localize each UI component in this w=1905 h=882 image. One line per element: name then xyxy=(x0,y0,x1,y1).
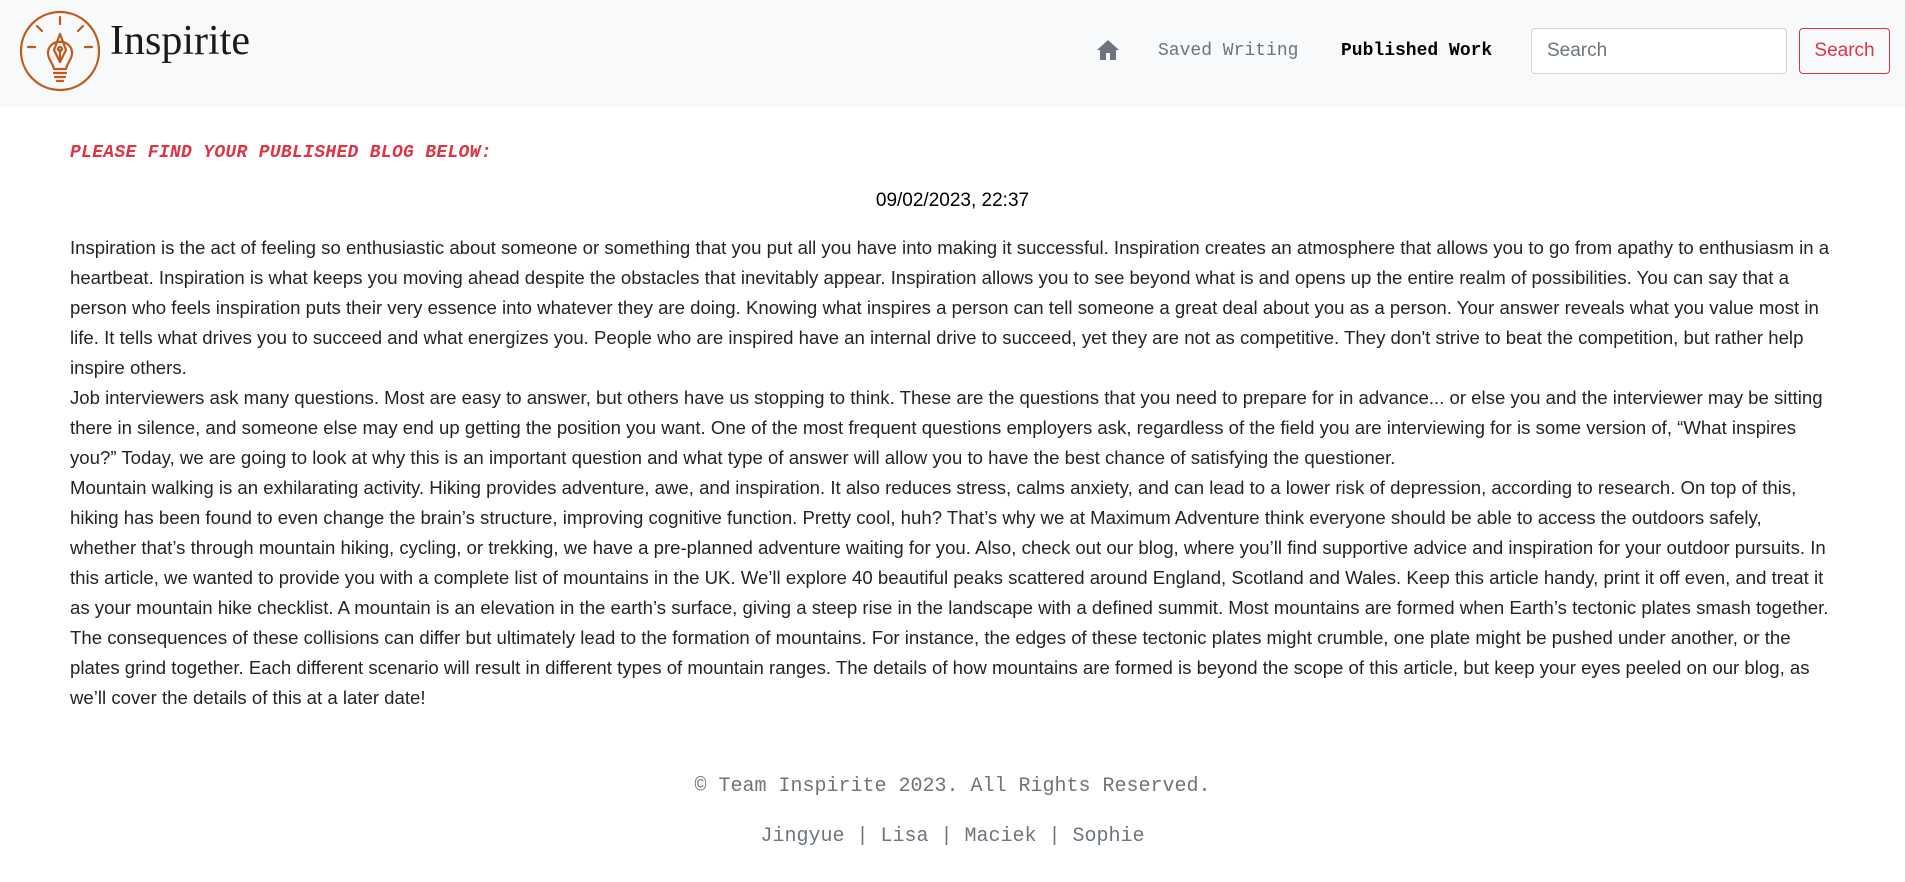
pen-nib-lightbulb-icon[interactable] xyxy=(19,10,101,92)
published-notice: PLEASE FIND YOUR PUBLISHED BLOG BELOW: xyxy=(70,143,492,163)
navbar: Inspirite Saved Writing Published Work S… xyxy=(0,0,1905,107)
search-input[interactable] xyxy=(1531,28,1787,74)
blog-paragraph: Mountain walking is an exhilarating acti… xyxy=(70,477,1829,708)
nav-saved-writing[interactable]: Saved Writing xyxy=(1158,40,1298,62)
blog-paragraph: Job interviewers ask many questions. Mos… xyxy=(70,387,1823,468)
nav-published-work[interactable]: Published Work xyxy=(1341,40,1492,62)
search-button[interactable]: Search xyxy=(1799,28,1890,74)
post-date: 09/02/2023, 22:37 xyxy=(875,190,1030,211)
home-icon[interactable] xyxy=(1096,39,1120,61)
blog-paragraph: Inspiration is the act of feeling so ent… xyxy=(70,237,1830,378)
brand-name[interactable]: Inspirite xyxy=(110,20,250,62)
footer-copyright: © Team Inspirite 2023. All Rights Reserv… xyxy=(694,775,1211,798)
blog-post-body: Inspiration is the act of feeling so ent… xyxy=(70,233,1830,713)
footer-team-names: Jingyue | Lisa | Maciek | Sophie xyxy=(760,825,1145,848)
